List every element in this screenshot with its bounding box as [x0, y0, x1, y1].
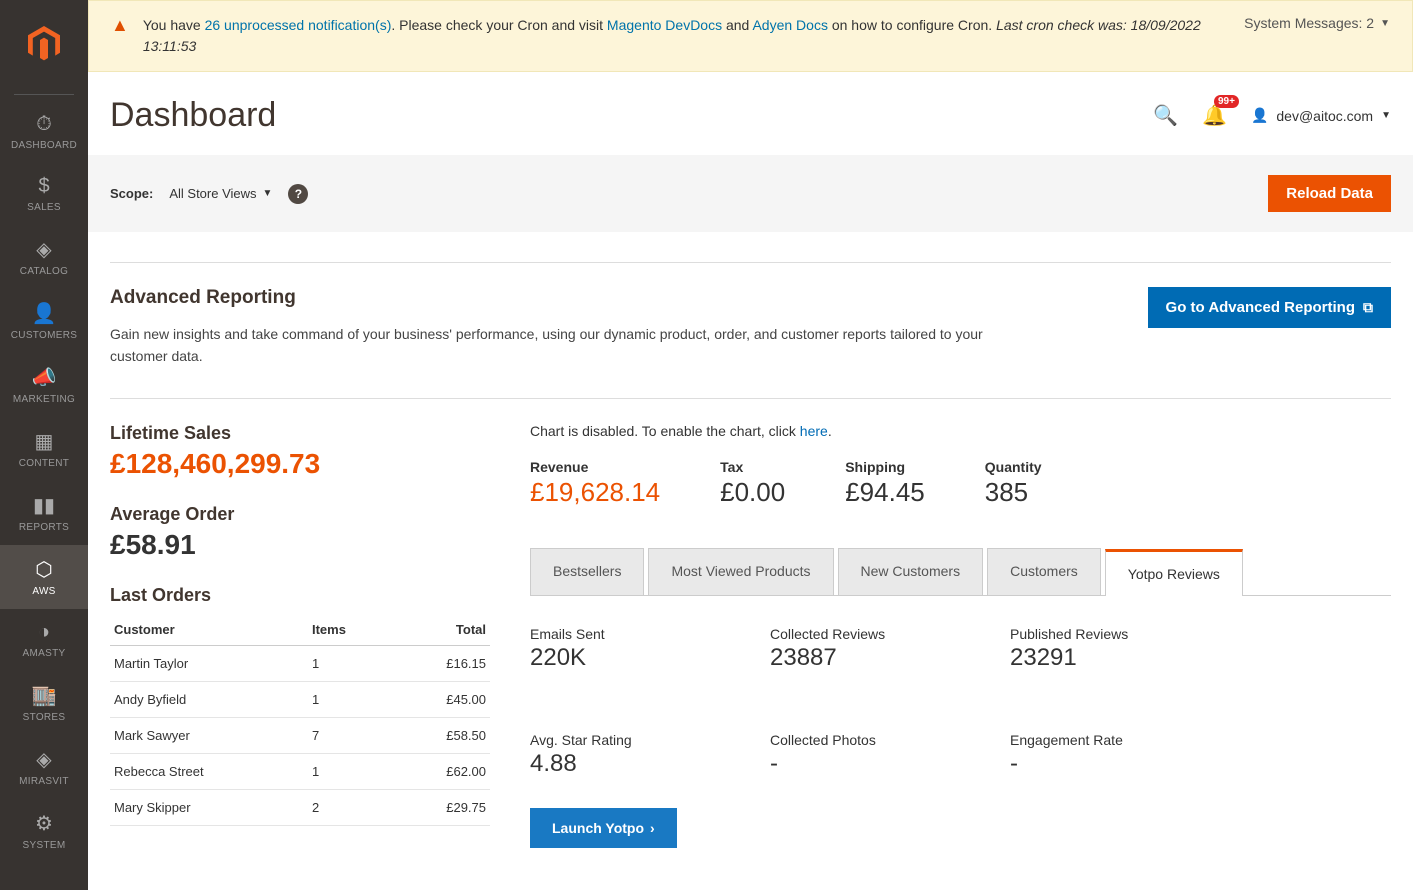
yotpo-metrics: Emails Sent220K Collected Reviews23887 P…: [530, 626, 1391, 778]
external-link-icon: ⧉: [1363, 299, 1373, 316]
user-email: dev@aitoc.com: [1276, 108, 1373, 124]
kpi-quantity: Quantity385: [985, 459, 1042, 508]
adyen-docs-link[interactable]: Adyen Docs: [752, 17, 827, 33]
metric-published-reviews: Published Reviews23291: [1010, 626, 1170, 672]
chevron-down-icon: ▼: [263, 188, 273, 199]
nav-content[interactable]: ▦CONTENT: [0, 417, 88, 481]
nav-sales[interactable]: $SALES: [0, 163, 88, 225]
bar-chart-icon: ▮▮: [33, 493, 55, 518]
kpi-tax: Tax£0.00: [720, 459, 785, 508]
system-message-text: You have 26 unprocessed notification(s).…: [143, 15, 1230, 57]
advanced-reporting-section: Advanced Reporting Gain new insights and…: [110, 287, 1391, 368]
table-row[interactable]: Rebecca Street1£62.00: [110, 753, 490, 789]
person-icon: 👤: [32, 301, 57, 326]
scope-bar: Scope: All Store Views ▼ ? Reload Data: [88, 155, 1413, 232]
notifications-icon[interactable]: 🔔99+: [1202, 103, 1227, 128]
header-actions: 🔍 🔔99+ 👤 dev@aitoc.com ▼: [1153, 103, 1391, 128]
chevron-right-icon: ›: [650, 820, 655, 836]
advanced-reporting-title: Advanced Reporting: [110, 287, 1030, 309]
table-row[interactable]: Mary Skipper2£29.75: [110, 789, 490, 825]
kpi-row: Revenue£19,628.14 Tax£0.00 Shipping£94.4…: [530, 459, 1391, 508]
scope-select[interactable]: All Store Views ▼: [169, 186, 272, 201]
kpi-shipping: Shipping£94.45: [845, 459, 925, 508]
enable-chart-link[interactable]: here: [800, 423, 828, 439]
advanced-reporting-desc: Gain new insights and take command of yo…: [110, 323, 1030, 368]
nav-amasty[interactable]: ◑AMASTY: [0, 609, 88, 671]
gauge-icon: ⏱: [36, 113, 52, 136]
page-title: Dashboard: [110, 96, 276, 135]
nav-dashboard[interactable]: ⏱DASHBOARD: [0, 101, 88, 163]
notification-badge: 99+: [1214, 95, 1239, 108]
lifetime-sales-block: Lifetime Sales £128,460,299.73: [110, 423, 490, 480]
dollar-icon: $: [38, 175, 49, 198]
magento-devdocs-link[interactable]: Magento DevDocs: [607, 17, 722, 33]
tab-customers[interactable]: Customers: [987, 548, 1101, 595]
tab-yotpo-reviews[interactable]: Yotpo Reviews: [1105, 549, 1243, 596]
tab-most-viewed[interactable]: Most Viewed Products: [648, 548, 833, 595]
nav-customers[interactable]: 👤CUSTOMERS: [0, 289, 88, 353]
tab-new-customers[interactable]: New Customers: [838, 548, 984, 595]
user-icon: 👤: [1251, 107, 1268, 124]
system-message-bar: ▲ You have 26 unprocessed notification(s…: [88, 0, 1413, 72]
layout-icon: ▦: [35, 429, 54, 454]
nav-catalog[interactable]: ◈CATALOG: [0, 225, 88, 289]
reload-data-button[interactable]: Reload Data: [1268, 175, 1391, 212]
hexagon-icon: ⬡: [35, 557, 52, 582]
nav-system[interactable]: ⚙SYSTEM: [0, 799, 88, 863]
last-orders-block: Last Orders Customer Items Total Martin …: [110, 585, 490, 826]
average-order-block: Average Order £58.91: [110, 504, 490, 561]
chevron-down-icon: ▼: [1380, 18, 1390, 29]
storefront-icon: 🏬: [32, 683, 57, 708]
launch-yotpo-button[interactable]: Launch Yotpo ›: [530, 808, 677, 848]
amasty-icon: ◑: [38, 621, 50, 644]
main-content: ▲ You have 26 unprocessed notification(s…: [88, 0, 1413, 890]
unprocessed-link[interactable]: 26 unprocessed notification(s): [205, 17, 392, 33]
diamond-icon: ◈: [36, 747, 51, 772]
table-row[interactable]: Mark Sawyer7£58.50: [110, 717, 490, 753]
nav-marketing[interactable]: 📣MARKETING: [0, 353, 88, 417]
warning-icon: ▲: [111, 15, 129, 36]
chevron-down-icon: ▼: [1381, 110, 1391, 121]
magento-logo-icon[interactable]: [20, 20, 68, 68]
system-messages-toggle[interactable]: System Messages: 2 ▼: [1244, 15, 1390, 31]
tab-bestsellers[interactable]: Bestsellers: [530, 548, 644, 595]
nav-stores[interactable]: 🏬STORES: [0, 671, 88, 735]
average-order-value: £58.91: [110, 529, 490, 561]
help-icon[interactable]: ?: [288, 184, 308, 204]
search-icon[interactable]: 🔍: [1153, 103, 1178, 128]
go-to-advanced-reporting-button[interactable]: Go to Advanced Reporting ⧉: [1148, 287, 1391, 328]
nav-mirasvit[interactable]: ◈MIRASVIT: [0, 735, 88, 799]
scope-label: Scope:: [110, 186, 153, 201]
user-menu[interactable]: 👤 dev@aitoc.com ▼: [1251, 107, 1391, 124]
metric-collected-reviews: Collected Reviews23887: [770, 626, 930, 672]
nav-aws[interactable]: ⬡AWS: [0, 545, 88, 609]
last-orders-table: Customer Items Total Martin Taylor1£16.1…: [110, 614, 490, 826]
table-row[interactable]: Andy Byfield1£45.00: [110, 681, 490, 717]
kpi-revenue: Revenue£19,628.14: [530, 459, 660, 508]
metric-avg-rating: Avg. Star Rating4.88: [530, 732, 690, 778]
admin-sidebar: ⏱DASHBOARD $SALES ◈CATALOG 👤CUSTOMERS 📣M…: [0, 0, 88, 890]
dashboard-tabs: Bestsellers Most Viewed Products New Cus…: [530, 548, 1391, 596]
page-header: Dashboard 🔍 🔔99+ 👤 dev@aitoc.com ▼: [88, 72, 1413, 145]
megaphone-icon: 📣: [32, 365, 57, 390]
cube-icon: ◈: [36, 237, 51, 262]
table-row[interactable]: Martin Taylor1£16.15: [110, 645, 490, 681]
metric-engagement-rate: Engagement Rate-: [1010, 732, 1170, 778]
lifetime-sales-value: £128,460,299.73: [110, 448, 490, 480]
gear-icon: ⚙: [35, 811, 53, 836]
chart-disabled-message: Chart is disabled. To enable the chart, …: [530, 423, 1391, 439]
metric-emails-sent: Emails Sent220K: [530, 626, 690, 672]
nav-reports[interactable]: ▮▮REPORTS: [0, 481, 88, 545]
metric-collected-photos: Collected Photos-: [770, 732, 930, 778]
